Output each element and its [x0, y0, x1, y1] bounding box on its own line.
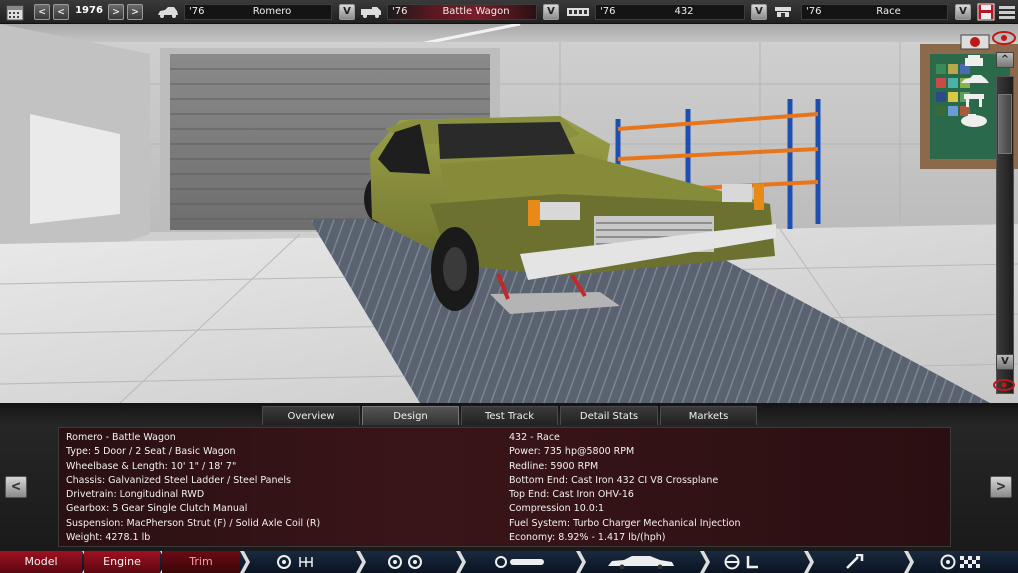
- nav-suspension[interactable]: [366, 551, 456, 573]
- model-name: Romero: [252, 6, 292, 17]
- model-year: '76: [189, 6, 205, 17]
- tab-test-track[interactable]: Test Track: [461, 406, 558, 425]
- nav-engine[interactable]: Engine: [84, 551, 160, 573]
- truck-icon: [361, 7, 381, 18]
- trim-year: '76: [392, 6, 408, 17]
- car-suspension: Suspension: MacPherson Strut (F) / Solid…: [66, 517, 321, 529]
- car-summary-column: Romero - Battle Wagon Type: 5 Door / 2 S…: [66, 431, 320, 545]
- chevron-right-icon: [240, 551, 250, 573]
- engine-block-icon: [567, 8, 589, 16]
- car-gearbox: Gearbox: 5 Gear Single Clutch Manual: [66, 503, 248, 515]
- chevron-right-icon: [576, 551, 586, 573]
- chevron-right-icon: [456, 551, 466, 573]
- top-toolbar: < < 1976 > > '76 Romero V '76 Battle Wag…: [0, 0, 1018, 24]
- car-drivetrain: Drivetrain: Longitudinal RWD: [66, 489, 205, 501]
- prev-car-button[interactable]: <: [5, 476, 27, 498]
- nav-test-drive[interactable]: [914, 551, 1018, 573]
- chevron-right-icon: [804, 551, 814, 573]
- engine-field[interactable]: '76 432: [595, 4, 745, 20]
- engine-fuel-system: Fuel System: Turbo Charger Mechanical In…: [509, 517, 741, 529]
- model-field[interactable]: '76 Romero: [184, 4, 332, 20]
- tab-detail-stats[interactable]: Detail Stats: [560, 406, 658, 425]
- engine-name: 432: [674, 6, 694, 17]
- engine-title: 432 - Race: [509, 432, 560, 443]
- engine-redline: Redline: 5900 RPM: [509, 460, 599, 472]
- garage-scene: [0, 24, 1018, 403]
- calendar-icon[interactable]: [6, 3, 24, 21]
- car-type: Type: 5 Door / 2 Seat / Basic Wagon: [66, 446, 236, 458]
- engine-power: Power: 735 hp@5800 RPM: [509, 446, 635, 458]
- gear-shift-icon: [277, 555, 313, 569]
- nav-trim[interactable]: Trim: [162, 551, 240, 573]
- steering-seat-icon: [724, 554, 758, 570]
- year-display: 1976: [75, 5, 103, 16]
- car-chassis: Chassis: Galvanized Steel Ladder / Steel…: [66, 474, 291, 486]
- trim-name: Battle Wagon: [442, 6, 510, 17]
- engine-compression: Compression 10.0:1: [509, 503, 605, 515]
- engine-variant-icon: [775, 7, 791, 17]
- car-weight: Weight: 4278.1 lb: [66, 532, 151, 544]
- nav-drivetrain[interactable]: [252, 551, 356, 573]
- nav-body[interactable]: [586, 551, 700, 573]
- wheels-icon: [388, 555, 422, 569]
- tab-overview[interactable]: Overview: [262, 406, 360, 425]
- trim-field[interactable]: '76 Battle Wagon: [387, 4, 537, 20]
- tab-design[interactable]: Design: [362, 406, 459, 425]
- car-title: Romero - Battle Wagon: [66, 432, 176, 443]
- scrollbar-thumb[interactable]: [998, 94, 1012, 154]
- nav-interior[interactable]: [710, 551, 804, 573]
- menu-icon[interactable]: [998, 4, 1016, 20]
- year-next-fast-button[interactable]: >: [127, 4, 143, 20]
- chassis-icon: [495, 556, 544, 568]
- chevron-right-icon: [700, 551, 710, 573]
- wrench-icon: [846, 554, 864, 569]
- engine-bottom-end: Bottom End: Cast Iron 432 CI V8 Crosspla…: [509, 474, 719, 486]
- nav-model[interactable]: Model: [0, 551, 82, 573]
- car-side-icon: [158, 7, 178, 18]
- car-viewport[interactable]: ^ V: [0, 24, 1018, 403]
- car-side-view-icon[interactable]: [960, 74, 990, 86]
- year-next-button[interactable]: >: [108, 4, 124, 20]
- engine-year: '76: [600, 6, 616, 17]
- scroll-down-button[interactable]: V: [996, 354, 1014, 370]
- next-car-button[interactable]: >: [990, 476, 1012, 498]
- engine-summary-column: 432 - Race Power: 735 hp@5800 RPM Redlin…: [509, 431, 740, 545]
- view-eye-icon[interactable]: [992, 30, 1016, 46]
- save-icon[interactable]: [977, 3, 995, 21]
- scroll-up-button[interactable]: ^: [996, 52, 1014, 68]
- variant-name: Race: [876, 6, 901, 17]
- car-front-icon[interactable]: [962, 54, 986, 68]
- year-prev-fast-button[interactable]: <: [34, 4, 50, 20]
- model-dropdown-button[interactable]: V: [339, 4, 355, 20]
- car-body-icon: [608, 556, 674, 569]
- year-prev-button[interactable]: <: [53, 4, 69, 20]
- camera-icon[interactable]: [960, 32, 990, 50]
- info-panel: < Romero - Battle Wagon Type: 5 Door / 2…: [0, 425, 1018, 551]
- car-top-view-icon[interactable]: [960, 112, 988, 128]
- variant-year: '76: [806, 6, 822, 17]
- rotate-eye-icon[interactable]: [992, 376, 1016, 394]
- variant-dropdown-button[interactable]: V: [955, 4, 971, 20]
- car-wheelbase: Wheelbase & Length: 10' 1" / 18' 7": [66, 460, 237, 472]
- variant-field[interactable]: '76 Race: [801, 4, 948, 20]
- engine-economy: Economy: 8.92% - 1.417 lb/(hph): [509, 532, 666, 544]
- chevron-right-icon: [356, 551, 366, 573]
- tab-markets[interactable]: Markets: [660, 406, 757, 425]
- nav-chassis[interactable]: [466, 551, 576, 573]
- engine-dropdown-button[interactable]: V: [751, 4, 767, 20]
- nav-tuning[interactable]: [814, 551, 904, 573]
- design-summary: Romero - Battle Wagon Type: 5 Door / 2 S…: [58, 427, 951, 547]
- engine-top-end: Top End: Cast Iron OHV-16: [509, 489, 634, 501]
- info-tabs: Overview Design Test Track Detail Stats …: [0, 403, 1018, 425]
- trim-dropdown-button[interactable]: V: [543, 4, 559, 20]
- chevron-right-icon: [904, 551, 914, 573]
- lift-icon[interactable]: [962, 92, 986, 108]
- finish-flag-icon: [940, 554, 980, 570]
- bottom-navigation: Model Engine Trim: [0, 551, 1018, 573]
